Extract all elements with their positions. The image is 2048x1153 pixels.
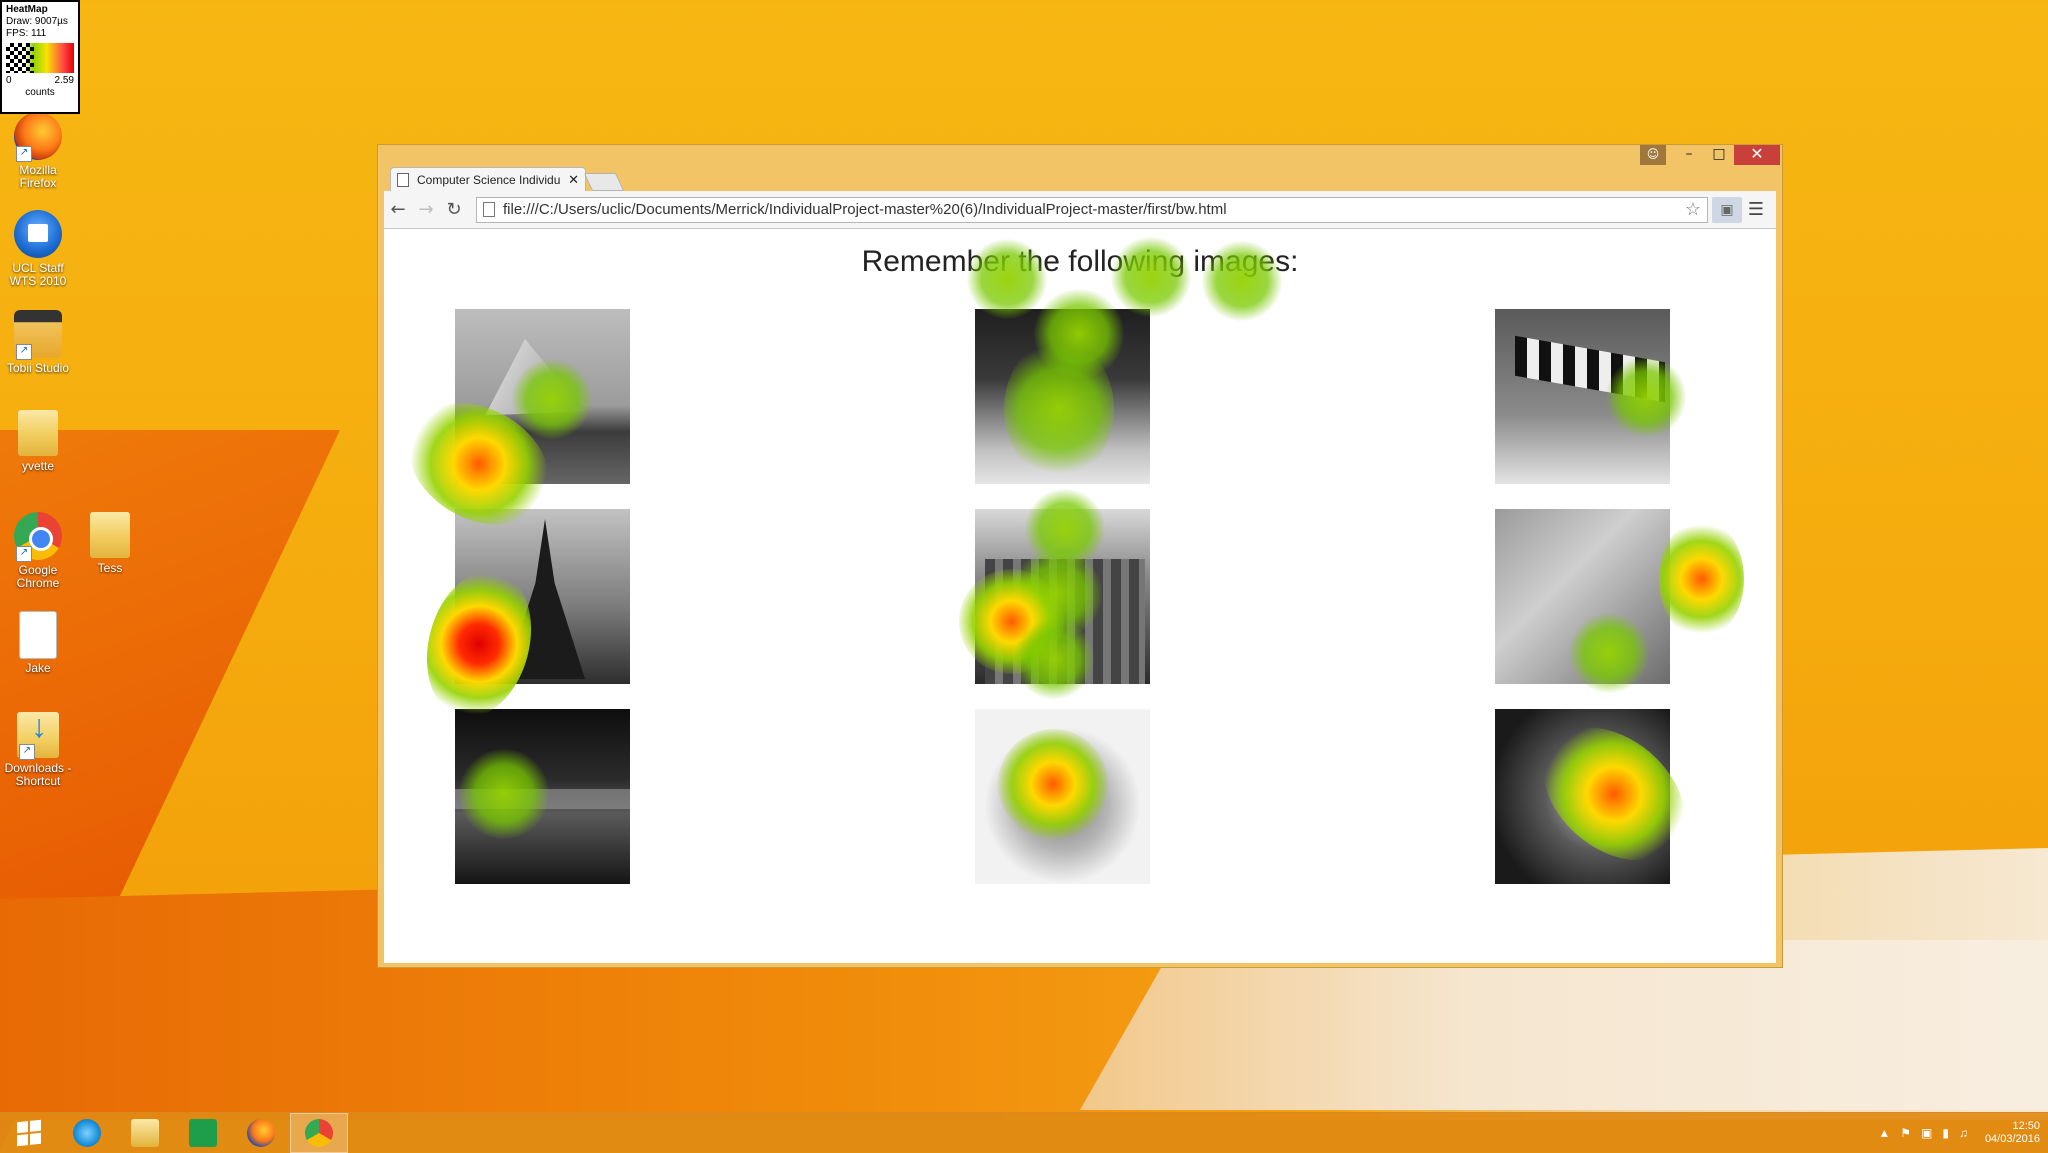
desktop-icon-jake[interactable]: Jake [0,612,76,675]
desktop-icon-label: Downloads - Shortcut [4,761,72,788]
taskbar-firefox[interactable] [232,1113,290,1153]
forward-arrow-icon[interactable]: → [412,199,440,220]
heatmap-legend-widget: HeatMap Draw: 9007µs FPS: 111 0 2.59 cou… [0,0,80,114]
document-icon [20,612,56,658]
image-runners [975,309,1150,484]
file-icon [483,202,495,217]
new-tab-button[interactable] [583,173,625,191]
desktop-icon-firefox[interactable]: ↗ Mozilla Firefox [0,112,76,190]
volume-icon[interactable]: ♫ [1959,1126,1968,1140]
device-icon[interactable]: ▣ [1921,1126,1932,1140]
url-text[interactable]: file:///C:/Users/uclic/Documents/Merrick… [503,201,1685,218]
image-toaster [1495,509,1670,684]
start-button[interactable] [0,1113,58,1153]
extension-icon[interactable]: ▣ [1712,196,1742,223]
network-icon[interactable]: ▮ [1942,1126,1949,1140]
bookmark-star-icon[interactable]: ☆ [1685,199,1701,220]
desktop-icon-tobii-studio[interactable]: ↗ Tobii Studio [0,310,76,375]
desktop-icon-label: Mozilla Firefox [19,163,57,190]
image-bridge [455,709,630,884]
downloads-folder-icon: ↗ [17,712,59,760]
menu-icon[interactable]: ☰ [1742,199,1770,220]
clock-date: 04/03/2016 [1984,1133,2040,1145]
heatmap-scale-min: 0 [6,75,12,86]
taskbar-chrome[interactable] [290,1113,348,1153]
image-dragon [1495,709,1670,884]
clock[interactable]: 12:50 04/03/2016 [1985,1120,2040,1146]
image-boat [455,309,630,484]
taskbar-internet-explorer[interactable] [58,1113,116,1153]
maximize-button[interactable]: □ [1704,145,1734,165]
heatmap-color-scale [6,43,74,73]
desktop-icon-label: UCL Staff WTS 2010 [9,261,67,288]
taskbar: ▲ ⚑ ▣ ▮ ♫ 12:50 04/03/2016 [0,1112,2048,1153]
tobii-studio-icon: ↗ [14,310,62,360]
chrome-icon [305,1119,333,1147]
page-viewport: Remember the following images: [384,229,1776,963]
heatmap-scale-max: 2.59 [54,75,74,86]
firefox-icon: ↗ [14,112,62,162]
folder-icon [90,512,130,558]
browser-toolbar: ← → ↻ file:///C:/Users/uclic/Documents/M… [384,191,1776,229]
tab-strip: Computer Science Individu ✕ [390,165,625,191]
heatmap-blob [1659,519,1744,639]
desktop-icon-ucl-wts[interactable]: UCL Staff WTS 2010 [0,210,76,288]
clock-time: 12:50 [2012,1120,2040,1132]
image-eiffel [455,509,630,684]
page-heading: Remember the following images: [861,245,1299,278]
desktop-icon-label: Google Chrome [16,563,60,590]
heatmap-draw-time: Draw: 9007µs [6,16,68,27]
image-oranges [975,709,1150,884]
taskbar-file-explorer[interactable] [116,1113,174,1153]
minimize-button[interactable]: – [1674,145,1704,165]
page-icon [397,172,409,187]
heatmap-fps: FPS: 111 [6,28,47,39]
desktop-icon-tess[interactable]: Tess [72,512,148,575]
desktop-icon-chrome[interactable]: ↗ Google Chrome [0,512,76,590]
heatmap-title: HeatMap [6,4,48,15]
tab-title: Computer Science Individu [417,172,561,187]
desktop-icon-label: Jake [25,661,51,675]
desktop-icon-label: Tobii Studio [6,361,70,375]
desktop-icon-downloads[interactable]: ↗ Downloads - Shortcut [0,712,76,788]
taskbar-store[interactable] [174,1113,232,1153]
firefox-icon [247,1119,275,1147]
close-button[interactable]: ✕ [1734,145,1780,165]
internet-explorer-icon [73,1119,101,1147]
back-arrow-icon[interactable]: ← [384,199,412,220]
system-tray: ▲ ⚑ ▣ ▮ ♫ 12:50 04/03/2016 [1873,1113,2040,1153]
address-bar[interactable]: file:///C:/Users/uclic/Documents/Merrick… [476,196,1708,223]
windows-logo-icon [17,1119,41,1147]
browser-tab[interactable]: Computer Science Individu ✕ [390,167,586,191]
desktop-icon-yvette[interactable]: yvette [0,410,76,473]
chrome-icon: ↗ [14,512,62,562]
folder-icon [18,410,58,456]
heatmap-unit: counts [25,87,55,98]
user-profile-button[interactable]: ☺ [1640,145,1666,165]
image-building [975,509,1150,684]
tab-close-icon[interactable]: ✕ [568,172,579,188]
image-windsock [1495,309,1670,484]
reload-icon[interactable]: ↻ [440,199,468,220]
window-controls: ☺ – □ ✕ [1640,145,1780,165]
desktop-icon-label: Tess [97,561,123,575]
show-hidden-icons-icon[interactable]: ▲ [1878,1126,1890,1140]
action-center-flag-icon[interactable]: ⚑ [1900,1126,1911,1140]
file-explorer-icon [131,1119,159,1147]
browser-window: ☺ – □ ✕ Computer Science Individu ✕ ← → … [377,144,1783,968]
desktop-icon-label: yvette [21,459,54,473]
store-icon [189,1119,217,1147]
ucl-wts-icon [14,210,62,258]
